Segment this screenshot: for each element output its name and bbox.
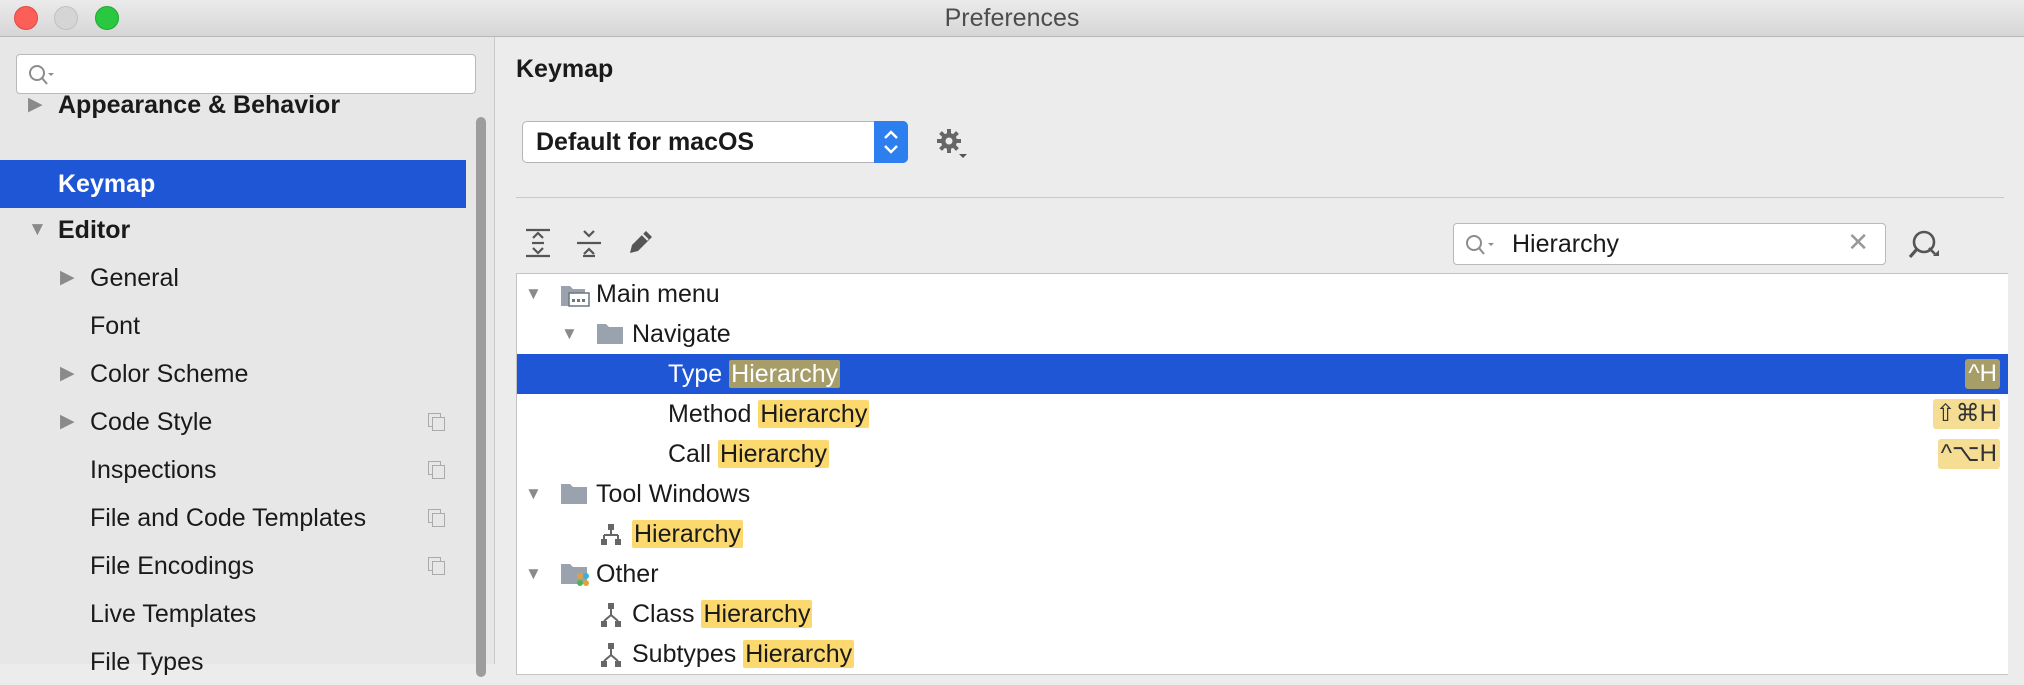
sidebar-item-label: Appearance & Behavior (58, 91, 341, 119)
collapse-arrow-icon[interactable]: ▼ (28, 207, 47, 253)
shortcut-badge: ⇧⌘H (1932, 399, 2000, 429)
sidebar-item-keymap[interactable]: Keymap (0, 160, 466, 208)
sidebar-item-file-types[interactable]: File Types (0, 639, 466, 685)
sidebar-item-label: File and Code Templates (90, 504, 367, 532)
expand-arrow-icon[interactable]: ▶ (60, 399, 75, 445)
settings-sidebar: ▶ Appearance & Behavior Keymap ▼ Editor … (0, 37, 495, 677)
keymap-action-tree: ▼ Main menu ▼ Navigate Type Hierarchy ^H… (516, 273, 2008, 675)
project-copy-icon (428, 509, 445, 527)
collapse-arrow-icon[interactable]: ▼ (525, 474, 542, 514)
sidebar-item-editor[interactable]: ▼ Editor (0, 207, 466, 253)
tree-node-label: Other (596, 560, 659, 588)
tree-node-label: Navigate (632, 320, 731, 348)
sidebar-item-inspections[interactable]: Inspections (0, 447, 466, 493)
action-label-subtypes-hierarchy: Subtypes Hierarchy (632, 634, 855, 674)
search-highlight: Hierarchy (729, 360, 841, 388)
tree-node-navigate[interactable]: ▼ Navigate (517, 314, 2008, 354)
other-folder-icon (561, 564, 589, 586)
keymap-scheme-select[interactable]: Default for macOS (522, 121, 908, 163)
tree-node-label: Main menu (596, 280, 720, 308)
shortcut-badge: ^H (1965, 359, 2000, 389)
tree-node-hierarchy-tool-window[interactable]: Hierarchy (517, 514, 2008, 554)
select-stepper-icon[interactable] (874, 121, 908, 163)
edit-shortcut-icon[interactable] (626, 227, 656, 259)
class-hierarchy-icon (601, 603, 621, 627)
folder-icon (597, 324, 623, 344)
title-bar: Preferences (0, 0, 2024, 37)
find-by-shortcut-icon[interactable] (1907, 228, 1943, 262)
subtypes-hierarchy-icon (601, 643, 621, 667)
sidebar-item-live-templates[interactable]: Live Templates (0, 591, 466, 637)
tree-node-call-hierarchy[interactable]: Call Hierarchy ^⌥H (517, 434, 2008, 474)
folder-icon (561, 484, 587, 504)
sidebar-item-color-scheme[interactable]: ▶ Color Scheme (0, 351, 466, 397)
sidebar-item-label: Color Scheme (90, 360, 249, 388)
divider (516, 197, 2004, 198)
collapse-arrow-icon[interactable]: ▼ (561, 314, 578, 354)
search-highlight: Hierarchy (701, 600, 813, 628)
action-label-method-hierarchy: Method Hierarchy (668, 394, 870, 434)
search-icon (1466, 235, 1494, 255)
page-title: Keymap (516, 55, 614, 83)
expand-arrow-icon[interactable]: ▶ (60, 351, 75, 397)
shortcut-badge: ^⌥H (1937, 439, 2000, 469)
gear-icon[interactable] (935, 127, 969, 161)
sidebar-item-file-encodings[interactable]: File Encodings (0, 543, 466, 589)
project-copy-icon (428, 413, 445, 431)
sidebar-item-appearance[interactable]: ▶ Appearance & Behavior (0, 82, 466, 128)
tree-node-subtypes-hierarchy[interactable]: Subtypes Hierarchy (517, 634, 2008, 674)
search-highlight: Hierarchy (718, 440, 829, 468)
menu-folder-icon (561, 286, 590, 307)
expand-arrow-icon[interactable]: ▶ (28, 82, 43, 128)
filter-value: Hierarchy (1512, 230, 1619, 258)
action-label-hierarchy: Hierarchy (632, 514, 743, 554)
keymap-filter-input[interactable]: Hierarchy ✕ (1453, 223, 1886, 265)
action-name-prefix: Class (632, 600, 702, 628)
tree-node-other[interactable]: ▼ Other (517, 554, 2008, 594)
sidebar-item-label: General (90, 264, 179, 292)
tree-node-method-hierarchy[interactable]: Method Hierarchy ⇧⌘H (517, 394, 2008, 434)
project-copy-icon (428, 461, 445, 479)
sidebar-item-label: Inspections (90, 456, 217, 484)
keymap-scheme-value: Default for macOS (536, 128, 755, 156)
sidebar-item-font[interactable]: Font (0, 303, 466, 349)
expand-arrow-icon[interactable]: ▶ (60, 255, 75, 301)
sidebar-item-label: File Types (90, 648, 204, 676)
tree-node-tool-windows[interactable]: ▼ Tool Windows (517, 474, 2008, 514)
clear-search-icon[interactable]: ✕ (1847, 227, 1869, 258)
collapse-arrow-icon[interactable]: ▼ (525, 274, 542, 314)
tree-node-main-menu[interactable]: ▼ Main menu (517, 274, 2008, 314)
action-label-type-hierarchy: Type Hierarchy (668, 354, 841, 394)
sidebar-item-general[interactable]: ▶ General (0, 255, 466, 301)
action-label-call-hierarchy: Call Hierarchy (668, 434, 829, 474)
window-title: Preferences (944, 4, 1080, 32)
action-name-prefix: Type (668, 360, 730, 388)
tree-node-label: Tool Windows (596, 480, 751, 508)
collapse-arrow-icon[interactable]: ▼ (525, 554, 542, 594)
collapse-all-icon[interactable] (575, 227, 603, 259)
keymap-panel: Keymap Default for macOS Hierarchy ✕ ▼ M… (495, 37, 2024, 675)
search-highlight: Hierarchy (758, 400, 870, 428)
tree-node-class-hierarchy[interactable]: Class Hierarchy (517, 594, 2008, 634)
sidebar-item-label: Editor (58, 216, 131, 244)
sidebar-item-file-code-templates[interactable]: File and Code Templates (0, 495, 466, 541)
sidebar-scrollbar[interactable] (476, 117, 486, 677)
action-label-class-hierarchy: Class Hierarchy (632, 594, 813, 634)
sidebar-item-label: File Encodings (90, 552, 254, 580)
hierarchy-icon (601, 524, 621, 545)
action-name-prefix: Method (668, 400, 759, 428)
project-copy-icon (428, 557, 445, 575)
tree-node-type-hierarchy[interactable]: Type Hierarchy ^H (517, 354, 2008, 394)
search-highlight: Hierarchy (632, 520, 743, 548)
sidebar-item-label: Font (90, 312, 141, 340)
sidebar-item-label: Keymap (58, 170, 156, 198)
sidebar-item-label: Live Templates (90, 600, 257, 628)
expand-all-icon[interactable] (524, 227, 552, 259)
action-name-prefix: Call (668, 440, 719, 468)
sidebar-item-label: Code Style (90, 408, 213, 436)
sidebar-item-code-style[interactable]: ▶ Code Style (0, 399, 466, 445)
